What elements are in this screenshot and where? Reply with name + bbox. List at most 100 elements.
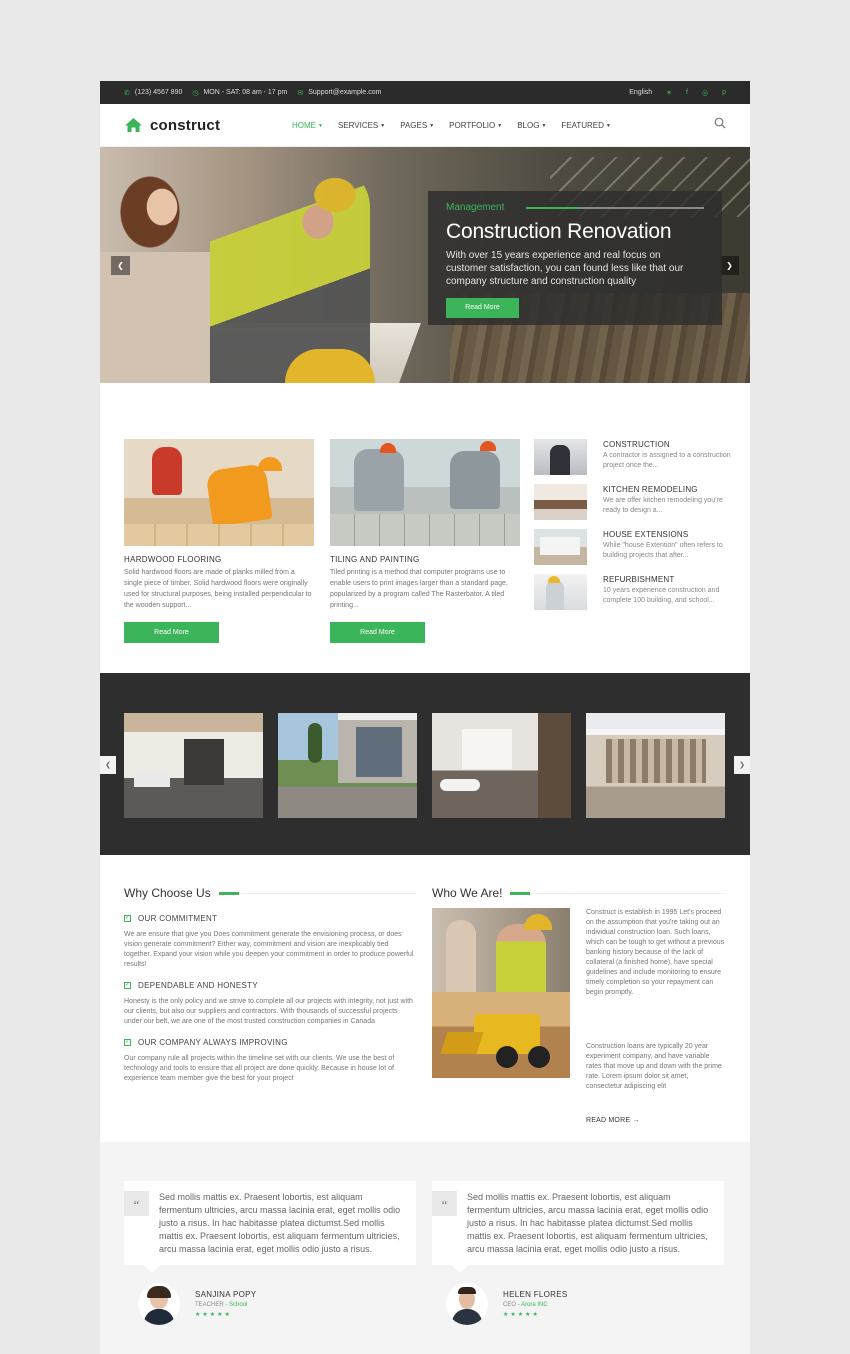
refurbishment-thumb	[534, 574, 587, 610]
author-name: HELEN FLORES	[503, 1290, 568, 1299]
why-item-title: OUR COMMITMENT	[138, 914, 218, 923]
gallery-prev-button[interactable]: ❮	[100, 756, 116, 774]
who-image-bulldozer	[432, 992, 570, 1078]
phone-icon: ✆	[124, 89, 130, 97]
twitter-icon[interactable]: ✶	[666, 89, 672, 97]
why-item-text: Honesty is the only policy and we strive…	[124, 998, 413, 1025]
hero-tag: Management	[446, 202, 505, 213]
logo[interactable]: construct	[124, 117, 292, 134]
house-extension-thumb	[534, 529, 587, 565]
who-text-2: Construction loans are typically 20 year…	[586, 1043, 722, 1090]
kitchen-thumb	[534, 484, 587, 520]
testimonial-card: “ Sed mollis mattis ex. Praesent loborti…	[124, 1181, 416, 1273]
why-item-title: DEPENDABLE AND HONESTY	[138, 981, 258, 990]
why-item: ✓ OUR COMMITMENT We are ensure that give …	[124, 914, 417, 970]
who-we-are: Who We Are! Construct is establish in 19…	[432, 886, 726, 1124]
testimonial-author: HELEN FLORES CEO - Arora INC ★★★★★	[446, 1283, 568, 1325]
why-choose-us: Why Choose Us ✓ OUR COMMITMENT We are ens…	[124, 886, 417, 1084]
service-read-more-button[interactable]: Read More	[124, 622, 219, 643]
service-list-item[interactable]: HOUSE EXTENSIONS While "house Extention"…	[534, 529, 734, 574]
nav-item-pages[interactable]: PAGES ▼	[400, 121, 434, 130]
hero-slider: ❮ ❯ Management Construction Renovation W…	[100, 147, 750, 383]
gallery-image[interactable]	[432, 713, 571, 818]
avatar	[138, 1283, 180, 1325]
nav-item-featured[interactable]: FEATURED ▼	[561, 121, 610, 130]
nav-item-blog[interactable]: BLOG ▼	[517, 121, 546, 130]
service-list-text: A contractor is assigned to a constructi…	[603, 452, 731, 469]
title-divider	[240, 892, 417, 894]
gallery-next-button[interactable]: ❯	[734, 756, 750, 774]
logo-text: construct	[150, 116, 221, 134]
service-card: TILING AND PAINTING Tiled printing is a …	[330, 439, 520, 643]
email-contact[interactable]: ✉ Support@example.com	[297, 89, 381, 97]
service-list-text: We are offer kitchen remodeling you're r…	[603, 497, 723, 514]
service-list-item[interactable]: REFURBISHMENT 10 years experience constr…	[534, 574, 734, 619]
hero-text: With over 15 years experience and real f…	[446, 250, 684, 287]
page: ✆ (123) 4567 890 ◷ MON - SAT: 08 am - 17…	[100, 81, 750, 1354]
who-title: Who We Are!	[432, 886, 503, 900]
language-selector[interactable]: English	[629, 89, 652, 96]
service-card: HARDWOOD FLOORING Solid hardwood floors …	[124, 439, 314, 643]
caret-icon: ▼	[380, 122, 386, 129]
check-icon: ✓	[124, 1039, 131, 1046]
caret-icon: ▼	[605, 122, 611, 129]
nav-menu: HOME ▼ SERVICES ▼ PAGES ▼ PORTFOLIO ▼ BLOG ▼ …	[292, 121, 611, 130]
why-item: ✓ OUR COMPANY ALWAYS IMPROVING Our compan…	[124, 1038, 417, 1084]
service-image-flooring[interactable]	[124, 439, 314, 546]
phone-number: (123) 4567 890	[134, 89, 183, 96]
why-item-text: Our company rule all projects within the…	[124, 1055, 395, 1082]
hero-caption: Management Construction Renovation With …	[428, 191, 722, 325]
instagram-icon[interactable]: ◎	[702, 89, 708, 97]
search-icon[interactable]	[714, 116, 726, 134]
testimonial-card: “ Sed mollis mattis ex. Praesent loborti…	[432, 1181, 724, 1273]
home-icon	[125, 118, 142, 132]
nav-item-home[interactable]: HOME ▼	[292, 121, 323, 130]
title-divider	[532, 892, 726, 894]
title-accent-bar	[510, 891, 531, 895]
slider-prev-button[interactable]: ❮	[111, 256, 130, 275]
testimonial-author: SANJINA POPY TEACHER - School ★★★★★	[138, 1283, 256, 1325]
topbar: ✆ (123) 4567 890 ◷ MON - SAT: 08 am - 17…	[100, 81, 750, 104]
service-list-item[interactable]: KITCHEN REMODELING We are offer kitchen …	[534, 484, 734, 529]
quote-icon: “	[124, 1191, 149, 1216]
title-accent-bar	[218, 891, 239, 895]
services-section: HARDWOOD FLOORING Solid hardwood floors …	[100, 383, 750, 673]
author-role: CEO - Arora INC	[503, 1302, 548, 1308]
service-list: CONSTRUCTION A contractor is assigned to…	[534, 439, 734, 619]
phone-contact[interactable]: ✆ (123) 4567 890	[124, 89, 182, 97]
service-list-title: CONSTRUCTION	[603, 440, 670, 449]
service-read-more-button[interactable]: Read More	[330, 622, 425, 643]
service-image-tiling[interactable]	[330, 439, 520, 546]
service-list-title: KITCHEN REMODELING	[603, 485, 698, 494]
caret-icon: ▼	[429, 122, 435, 129]
why-item-text: We are ensure that give you Does commitm…	[124, 931, 414, 968]
service-list-title: HOUSE EXTENSIONS	[603, 530, 689, 539]
star-rating: ★★★★★	[503, 1312, 540, 1318]
card-pointer	[144, 1265, 160, 1273]
quote-icon: “	[432, 1191, 457, 1216]
avatar	[446, 1283, 488, 1325]
gallery-image[interactable]	[124, 713, 263, 818]
service-title: HARDWOOD FLOORING	[124, 555, 222, 564]
why-title: Why Choose Us	[124, 886, 211, 900]
service-list-text: 10 years experience construction and com…	[603, 587, 720, 604]
construction-thumb	[534, 439, 587, 475]
why-item: ✓ DEPENDABLE AND HONESTY Honesty is the o…	[124, 981, 417, 1027]
check-icon: ✓	[124, 915, 131, 922]
slider-next-button[interactable]: ❯	[720, 256, 739, 275]
service-list-item[interactable]: CONSTRUCTION A contractor is assigned to…	[534, 439, 734, 484]
nav-item-portfolio[interactable]: PORTFOLIO ▼	[449, 121, 502, 130]
author-name: SANJINA POPY	[195, 1290, 257, 1299]
section-title: Why Choose Us	[124, 886, 417, 900]
facebook-icon[interactable]: f	[686, 89, 688, 96]
who-text-1: Construct is establish in 1995 Let's pro…	[586, 909, 725, 996]
gallery-image[interactable]	[586, 713, 725, 818]
testimonials-section: “ Sed mollis mattis ex. Praesent loborti…	[100, 1142, 750, 1354]
nav-item-services[interactable]: SERVICES ▼	[338, 121, 385, 130]
who-read-more-link[interactable]: READ MORE →	[586, 1117, 640, 1124]
caret-icon: ▼	[497, 122, 503, 129]
hero-read-more-button[interactable]: Read More	[446, 298, 519, 318]
pinterest-icon[interactable]: p	[722, 89, 726, 96]
clock-icon: ◷	[192, 89, 199, 97]
gallery-image[interactable]	[278, 713, 417, 818]
